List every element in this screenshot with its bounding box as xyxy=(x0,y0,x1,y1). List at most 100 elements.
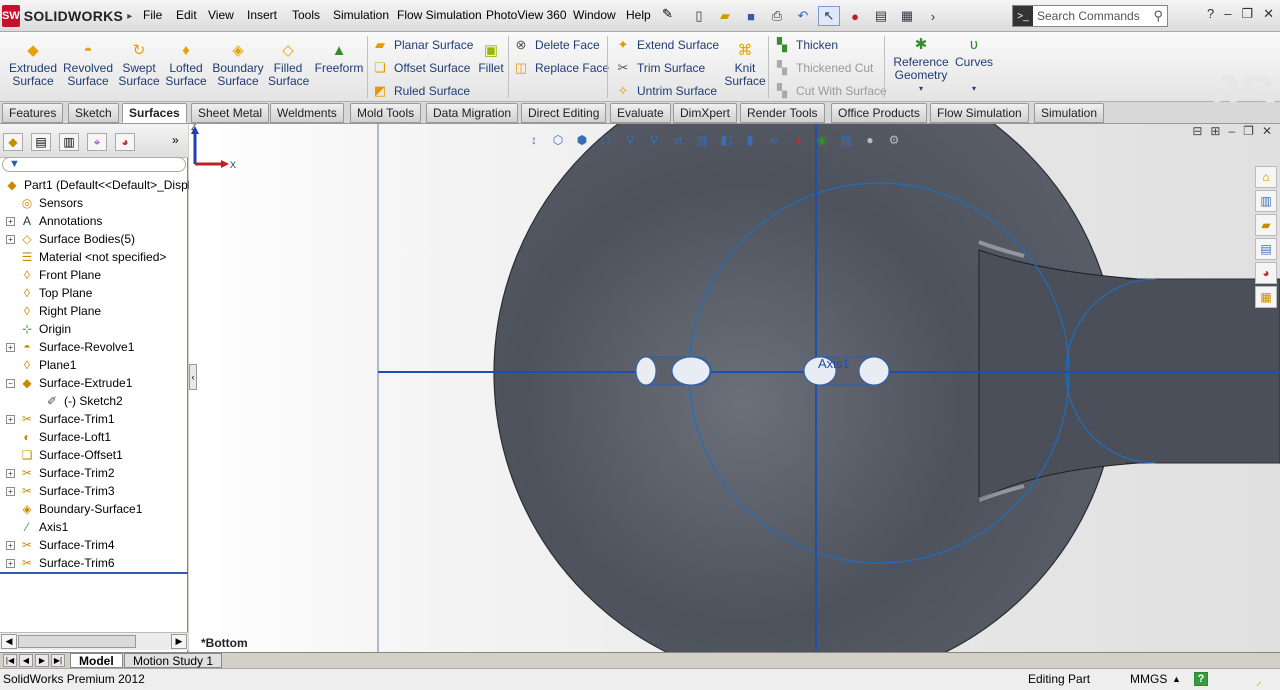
tree-item[interactable]: + ✂ Surface-Trim6 xyxy=(0,554,115,572)
menu-help[interactable]: Help xyxy=(626,8,651,22)
rebuild-icon[interactable]: ● xyxy=(844,6,866,26)
restore-icon[interactable]: ❐ xyxy=(1241,6,1253,22)
tab-render-tools[interactable]: Render Tools xyxy=(740,103,825,123)
expand-toggle-icon[interactable]: + xyxy=(6,540,15,550)
restore-icon[interactable]: ❐ xyxy=(1243,124,1254,138)
print-icon[interactable]: ⎙ xyxy=(766,6,788,26)
reference-geometry-button[interactable]: ✱ Reference Geometry ▾ xyxy=(892,36,950,95)
swept-surface-button[interactable]: ↻ Swept Surface xyxy=(118,42,160,88)
tile-horizontal-icon[interactable]: ⊟ xyxy=(1192,124,1202,138)
curves-button[interactable]: ʋ Curves ▾ xyxy=(954,36,994,95)
view-cube-icon[interactable]: ⬡ xyxy=(597,131,615,149)
tree-item[interactable]: − ◆ Surface-Extrude1 xyxy=(0,374,132,392)
tab-model[interactable]: Model xyxy=(70,653,123,668)
feature-manager-tab-icon[interactable]: ◆ xyxy=(3,133,23,151)
tree-item[interactable]: ◊ Plane1 xyxy=(0,356,76,374)
tree-item[interactable]: + ✂ Surface-Trim1 xyxy=(0,410,115,428)
menu-view[interactable]: View xyxy=(208,8,234,22)
options-icon[interactable]: ▦ xyxy=(896,6,918,26)
fillet-button[interactable]: ▣ Fillet xyxy=(476,42,506,75)
tree-item[interactable]: ◐ Surface-Loft1 xyxy=(0,428,111,446)
tab-flow-simulation[interactable]: Flow Simulation xyxy=(930,103,1029,123)
replace-face-button[interactable]: ◫ Replace Face xyxy=(513,60,609,76)
search-input[interactable]: Search Commands xyxy=(1033,9,1153,23)
tree-item[interactable]: ◊ Front Plane xyxy=(0,266,101,284)
tab-evaluate[interactable]: Evaluate xyxy=(610,103,671,123)
view-palette-icon[interactable]: ▤ xyxy=(1255,238,1277,260)
display-manager-tab-icon[interactable]: ◕ xyxy=(115,133,135,151)
offset-surface-button[interactable]: ❏ Offset Surface xyxy=(372,60,470,76)
tree-item[interactable]: ◊ Right Plane xyxy=(0,302,101,320)
close-icon[interactable]: ✕ xyxy=(1262,124,1272,138)
tab-surfaces[interactable]: Surfaces xyxy=(122,103,187,123)
tree-item[interactable]: + A Annotations xyxy=(0,212,102,230)
zoom-area-icon[interactable]: ⚲ xyxy=(621,131,639,149)
tree-item[interactable]: + ◇ Surface Bodies(5) xyxy=(0,230,135,248)
tab-motion-study-1[interactable]: Motion Study 1 xyxy=(124,653,223,668)
open-folder-icon[interactable]: ▰ xyxy=(714,6,736,26)
tree-item[interactable]: ⊹ Origin xyxy=(0,320,71,338)
tree-item[interactable]: + ◓ Surface-Revolve1 xyxy=(0,338,134,356)
app-logo[interactable]: SW SOLIDWORKS ▸ xyxy=(2,4,132,28)
expand-toggle-icon[interactable]: + xyxy=(6,216,15,226)
close-icon[interactable]: ✕ xyxy=(1263,6,1274,22)
view-cube-icon[interactable]: ⬡ xyxy=(549,131,567,149)
next-tab-icon[interactable]: ▶ xyxy=(35,654,49,667)
planar-surface-button[interactable]: ▰ Planar Surface xyxy=(372,37,473,53)
tab-mold-tools[interactable]: Mold Tools xyxy=(350,103,422,123)
tree-item[interactable]: ◈ Boundary-Surface1 xyxy=(0,500,142,518)
scroll-thumb[interactable] xyxy=(18,635,136,648)
revolved-surface-button[interactable]: ◓ Revolved Surface xyxy=(62,42,114,88)
units-menu-arrow-icon[interactable]: ▲ xyxy=(1172,674,1181,684)
search-icon[interactable]: ⚲ xyxy=(1153,8,1167,24)
filled-surface-button[interactable]: ◇ Filled Surface xyxy=(268,42,309,88)
minimize-icon[interactable]: ‒ xyxy=(1228,124,1235,138)
previous-tab-icon[interactable]: ◀ xyxy=(19,654,33,667)
file-explorer-icon[interactable]: ▰ xyxy=(1255,214,1277,236)
feature-tree-filter[interactable]: ▼ xyxy=(2,157,186,172)
expand-panel-icon[interactable]: » xyxy=(172,133,179,147)
tab-direct-editing[interactable]: Direct Editing xyxy=(521,103,607,123)
more-tools-icon[interactable]: › xyxy=(922,6,944,26)
apply-scene-icon[interactable]: ◉ xyxy=(813,131,831,149)
graphics-area[interactable]: Axis1 ↕ ⬡ ⬢ ⬡ ⚲ ⚲ ⧄ ▥ ◧ ▮ ∞ ◕ ◉ ▤ ● ⚙ ⊟ … xyxy=(189,124,1280,652)
expand-toggle-icon[interactable]: + xyxy=(6,486,15,496)
solidworks-resources-icon[interactable]: ⌂ xyxy=(1255,166,1277,188)
expand-toggle-icon[interactable]: + xyxy=(6,558,15,568)
quick-tips-icon[interactable]: ⸝ xyxy=(1256,672,1262,689)
last-tab-icon[interactable]: ▶| xyxy=(51,654,65,667)
save-icon[interactable]: ■ xyxy=(740,6,762,26)
thicken-button[interactable]: ▚ Thicken xyxy=(774,37,838,53)
tree-item[interactable]: + ✂ Surface-Trim3 xyxy=(0,482,115,500)
expand-toggle-icon[interactable]: + xyxy=(6,414,15,424)
custom-properties-icon[interactable]: ▦ xyxy=(1255,286,1277,308)
expand-toggle-icon[interactable]: + xyxy=(6,234,15,244)
zoom-icon[interactable]: ⚲ xyxy=(645,131,663,149)
tree-item[interactable]: ❏ Surface-Offset1 xyxy=(0,446,123,464)
menu-insert[interactable]: Insert xyxy=(247,8,277,22)
tree-item[interactable]: ✐ (-) Sketch2 xyxy=(0,392,123,410)
extend-surface-button[interactable]: ✦ Extend Surface xyxy=(615,37,720,53)
trim-surface-button[interactable]: ✂ Trim Surface xyxy=(615,60,706,76)
tab-office-products[interactable]: Office Products xyxy=(831,103,927,123)
menu-simulation[interactable]: Simulation xyxy=(333,8,389,22)
previous-view-icon[interactable]: ▥ xyxy=(693,131,711,149)
collapse-panel-handle[interactable]: ‹ xyxy=(189,364,197,390)
first-tab-icon[interactable]: |◀ xyxy=(3,654,17,667)
lofted-surface-button[interactable]: ♦ Lofted Surface xyxy=(164,42,208,88)
tab-data-migration[interactable]: Data Migration xyxy=(426,103,519,123)
display-style-icon[interactable]: ▮ xyxy=(741,131,759,149)
dropdown-arrow-icon[interactable]: ▾ xyxy=(954,82,994,95)
tree-item[interactable]: ◊ Top Plane xyxy=(0,284,92,302)
dropdown-arrow-icon[interactable]: ▾ xyxy=(892,82,950,95)
dimxpert-manager-tab-icon[interactable]: ⌖ xyxy=(87,133,107,151)
scroll-right-icon[interactable]: ▶ xyxy=(171,634,187,649)
tree-item[interactable]: + ✂ Surface-Trim4 xyxy=(0,536,115,554)
model-view[interactable]: Axis1 xyxy=(189,124,1280,652)
select-arrow-icon[interactable]: ↖ xyxy=(818,6,840,26)
tab-simulation[interactable]: Simulation xyxy=(1034,103,1105,123)
menu-window[interactable]: Window xyxy=(573,8,616,22)
zoom-to-fit-icon[interactable]: ↕ xyxy=(525,131,543,149)
tab-sketch[interactable]: Sketch xyxy=(68,103,119,123)
freeform-button[interactable]: ▲ Freeform xyxy=(314,42,364,75)
